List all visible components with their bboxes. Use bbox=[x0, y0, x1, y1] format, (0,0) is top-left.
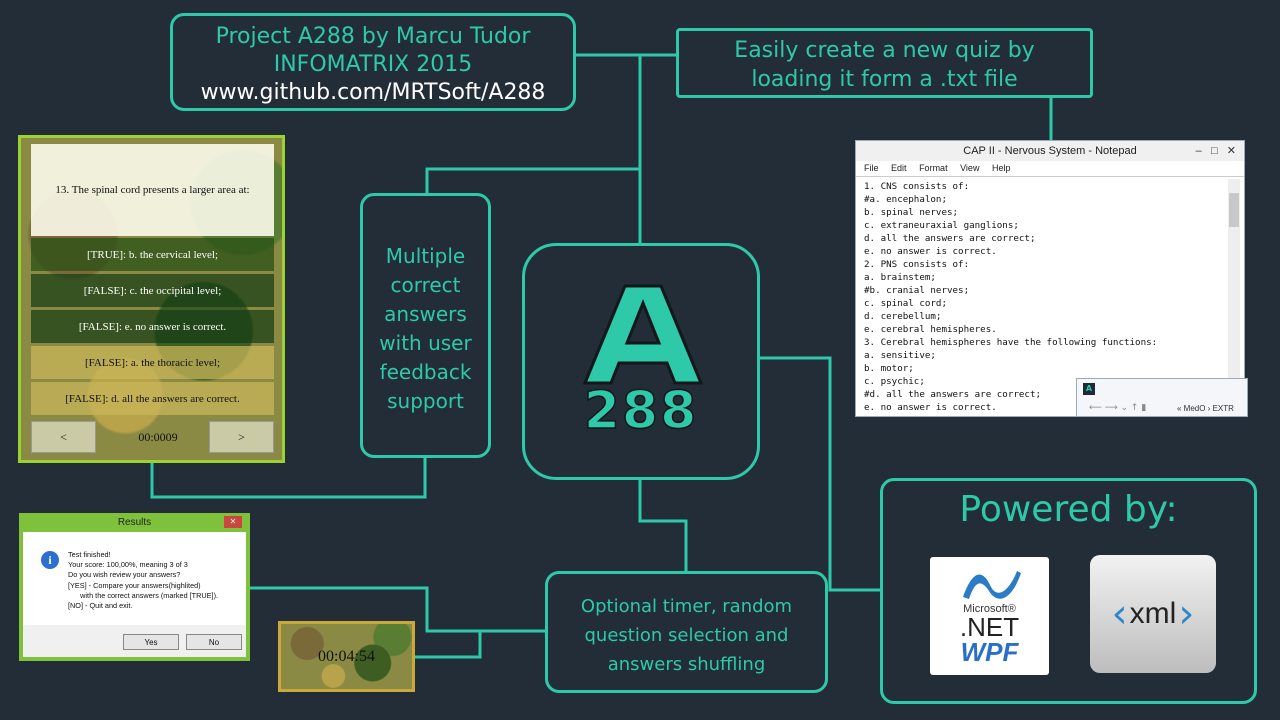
results-title: Results bbox=[117, 517, 152, 528]
timer-line-3: answers shuffling bbox=[607, 654, 766, 675]
close-icon[interactable]: ✕ bbox=[224, 516, 242, 528]
yes-button[interactable]: Yes bbox=[123, 634, 179, 650]
quiz-answer-3[interactable]: [FALSE]: e. no answer is correct. bbox=[31, 310, 274, 343]
menu-edit[interactable]: Edit bbox=[891, 163, 907, 173]
net-logo-net: .NET bbox=[959, 612, 1020, 642]
a288-logo: 288 bbox=[522, 243, 760, 480]
notepad-window-controls[interactable]: – □ ✕ bbox=[1196, 141, 1236, 161]
results-titlebar: Results ✕ bbox=[23, 513, 246, 532]
net-wave-icon bbox=[962, 571, 1021, 599]
text-line: b. spinal nerves; bbox=[864, 207, 959, 218]
quiz-question: 13. The spinal cord presents a larger ar… bbox=[31, 144, 274, 236]
menu-format[interactable]: Format bbox=[919, 163, 948, 173]
no-button[interactable]: No bbox=[186, 634, 242, 650]
xml-logo: ‹ xml › bbox=[1090, 555, 1216, 673]
results-dialog: Results ✕ i Test finished! Your score: 10… bbox=[19, 513, 250, 661]
results-line: [NO] - Quit and exit. bbox=[68, 601, 133, 611]
multi-line-6: support bbox=[387, 389, 464, 413]
timer-feature-box: Optional timer, random question selectio… bbox=[545, 571, 828, 693]
info-icon: i bbox=[41, 551, 59, 569]
results-footer: Yes No bbox=[23, 625, 246, 657]
text-line: #a. encephalon; bbox=[864, 194, 947, 205]
explorer-window-fragment: A ⟵ ⟶ ⌄ ↑ ▮ « MedO › EXTR bbox=[1076, 378, 1248, 417]
results-line: [YES] - Compare your answers(highlited) bbox=[68, 580, 201, 590]
results-line: Your score: 100,00%, meaning 3 of 3 bbox=[68, 560, 188, 570]
app-icon: A bbox=[1083, 383, 1095, 395]
quiz-answer-4[interactable]: [FALSE]: a. the thoracic level; bbox=[31, 346, 274, 379]
logo-number: 288 bbox=[584, 381, 699, 441]
multi-line-1: Multiple bbox=[385, 244, 466, 268]
multi-line-4: with user bbox=[379, 331, 472, 355]
quiz-prev-button[interactable]: < bbox=[31, 421, 96, 453]
notepad-titlebar: CAP II - Nervous System - Notepad – □ ✕ bbox=[856, 141, 1244, 161]
notepad-menu: File Edit Format View Help bbox=[856, 161, 1244, 177]
quiz-timer: 00:0009 bbox=[138, 429, 178, 444]
multiple-answers-box: Multiple correct answers with user feedb… bbox=[360, 193, 491, 458]
text-line: 3. Cerebral hemispheres have the followi… bbox=[864, 337, 1158, 348]
text-line: c. extraneuraxial ganglions; bbox=[864, 220, 1019, 231]
timer-display: 00:04:54 bbox=[278, 621, 415, 692]
notepad-window: CAP II - Nervous System - Notepad – □ ✕ … bbox=[855, 140, 1245, 417]
project-event: INFOMATRIX 2015 bbox=[273, 52, 473, 77]
quiz-answer-1[interactable]: [TRUE]: b. the cervical level; bbox=[31, 238, 274, 271]
menu-file[interactable]: File bbox=[864, 163, 879, 173]
quiz-next-button[interactable]: > bbox=[209, 421, 274, 453]
text-line: d. cerebellum; bbox=[864, 311, 942, 322]
xml-left-chevron-icon: ‹ bbox=[1111, 591, 1128, 637]
quiz-creation-box: Easily create a new quiz by loading it f… bbox=[676, 28, 1093, 98]
text-line: b. motor; bbox=[864, 363, 914, 374]
text-line: e. cerebral hemispheres. bbox=[864, 324, 997, 335]
results-line: with the correct answers (marked [TRUE])… bbox=[68, 590, 219, 600]
timer-line-1: Optional timer, random bbox=[580, 596, 793, 617]
text-line: d. all the answers are correct; bbox=[864, 233, 1036, 244]
project-url[interactable]: www.github.com/MRTSoft/A288 bbox=[173, 79, 573, 107]
text-line: 1. CNS consists of: bbox=[864, 181, 970, 192]
xml-logo-text: xml bbox=[1129, 597, 1177, 630]
logo-letter-a-shape bbox=[582, 284, 704, 385]
quiz-creation-line-1: Easily create a new quiz by bbox=[734, 38, 1035, 63]
quiz-answer-5[interactable]: [FALSE]: d. all the answers are correct. bbox=[31, 382, 274, 415]
quiz-creation-line-2: loading it form a .txt file bbox=[751, 67, 1018, 92]
explorer-path[interactable]: « MedO › EXTR bbox=[1177, 404, 1234, 413]
text-line: a. brainstem; bbox=[864, 272, 936, 283]
multi-line-5: feedback bbox=[379, 360, 472, 384]
menu-help[interactable]: Help bbox=[992, 163, 1011, 173]
menu-view[interactable]: View bbox=[960, 163, 979, 173]
text-line: a. sensitive; bbox=[864, 350, 936, 361]
project-info-box: Project A288 by Marcu Tudor INFOMATRIX 2… bbox=[170, 13, 576, 111]
text-line: #b. cranial nerves; bbox=[864, 285, 970, 296]
scrollbar-thumb[interactable] bbox=[1229, 193, 1239, 227]
xml-right-chevron-icon: › bbox=[1178, 591, 1195, 637]
quiz-answer-2[interactable]: [FALSE]: c. the occipital level; bbox=[31, 274, 274, 307]
text-line: e. no answer is correct. bbox=[864, 246, 997, 257]
text-line: c. spinal cord; bbox=[864, 298, 947, 309]
results-line: Do you wish review your answers? bbox=[68, 570, 181, 580]
project-title: Project A288 by Marcu Tudor bbox=[215, 24, 531, 49]
explorer-nav-icons[interactable]: ⟵ ⟶ ⌄ ↑ ▮ bbox=[1089, 403, 1146, 413]
net-wpf-logo: Microsoft® .NET WPF bbox=[930, 557, 1049, 675]
results-line: Test finished! bbox=[68, 550, 111, 559]
text-line: 2. PNS consists of: bbox=[864, 259, 970, 270]
results-message: Test finished! Your score: 100,00%, meani… bbox=[68, 550, 218, 611]
quiz-app-screenshot: 13. The spinal cord presents a larger ar… bbox=[18, 135, 285, 463]
timer-line-2: question selection and bbox=[584, 625, 789, 646]
notepad-title: CAP II - Nervous System - Notepad bbox=[963, 145, 1137, 157]
a288-logo-graphic: 288 bbox=[582, 284, 704, 442]
powered-by-title: Powered by: bbox=[959, 489, 1178, 530]
multi-line-3: answers bbox=[384, 302, 467, 326]
net-logo-wpf: WPF bbox=[960, 637, 1019, 667]
timer-value: 00:04:54 bbox=[318, 647, 375, 665]
multi-line-2: correct bbox=[390, 273, 461, 297]
